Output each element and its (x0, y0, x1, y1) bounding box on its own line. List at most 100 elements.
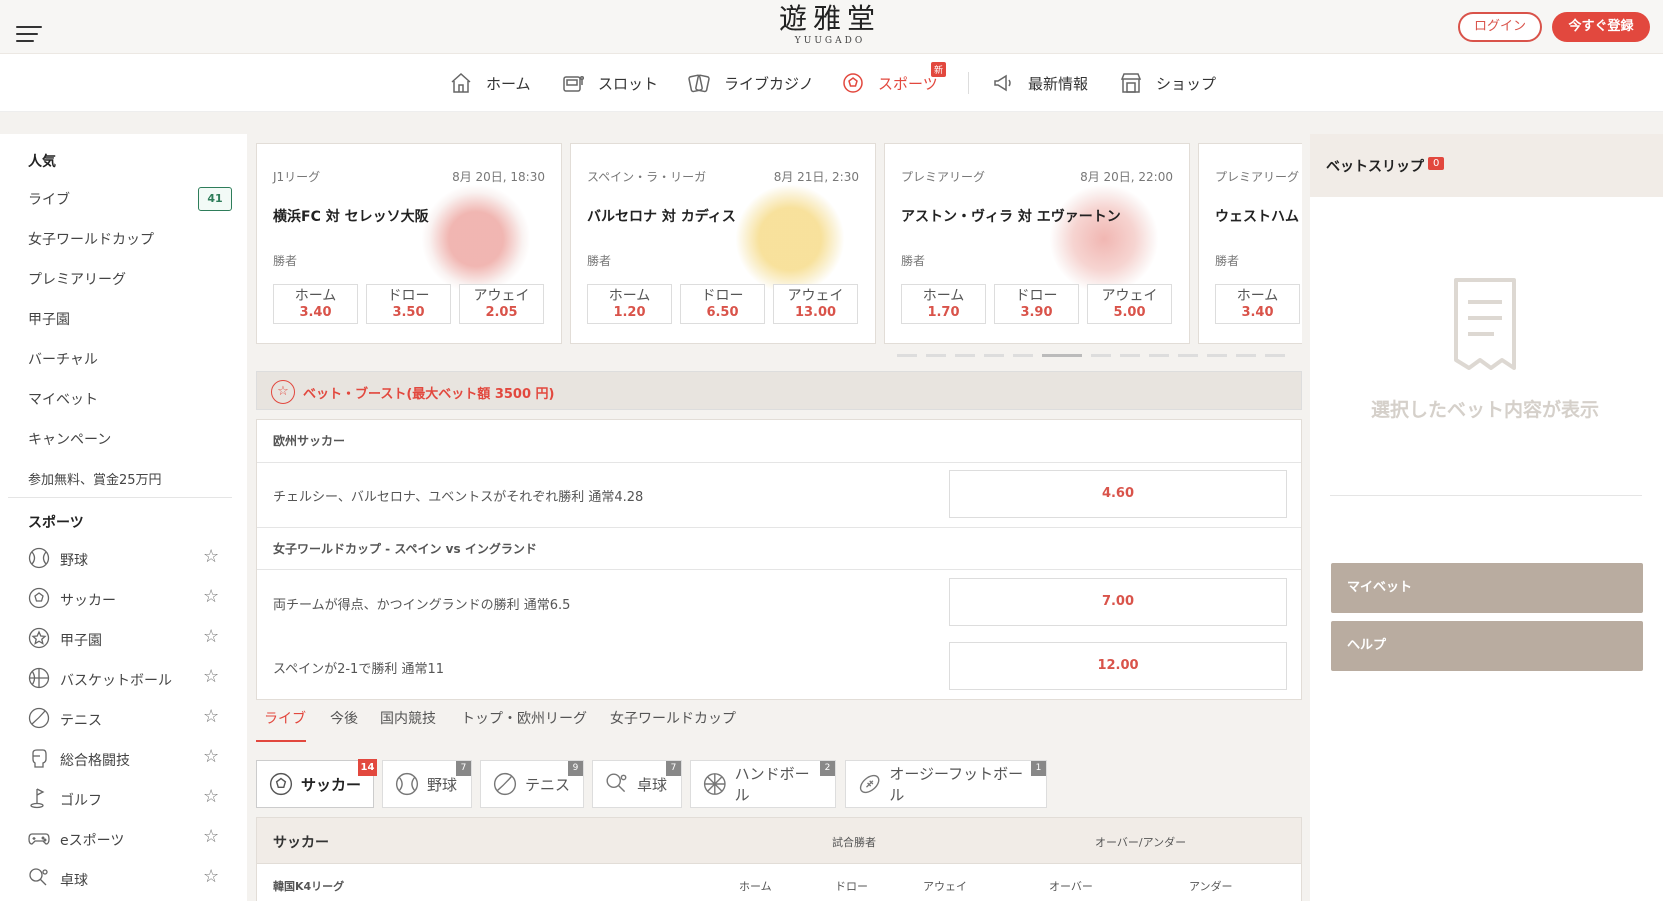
sidebar-sport-baseball[interactable]: 野球 (60, 550, 88, 570)
col-draw: ドロー (835, 880, 868, 893)
odds-button[interactable]: ホーム 1.20 (587, 284, 672, 324)
match-card[interactable]: プレミアリーグ ウェストハム 勝者 ホーム 3.40 (1198, 143, 1302, 344)
card-market-label: 勝者 (1215, 254, 1240, 268)
odds-value: 1.70 (927, 305, 960, 320)
sidebar-item-live[interactable]: ライブ (28, 189, 70, 209)
receipt-icon (1450, 276, 1520, 380)
odds-label: ドロー (701, 288, 744, 304)
sports-title: スポーツ (28, 515, 84, 531)
sport-chip-soccer[interactable]: サッカー 14 (256, 759, 377, 808)
odds-value: 5.00 (1113, 305, 1146, 320)
sidebar-item-premier-league[interactable]: プレミアリーグ (28, 269, 126, 289)
odds-button[interactable]: ドロー 3.50 (366, 284, 451, 324)
flag-ball-image (421, 184, 531, 294)
login-button[interactable]: ログイン (1458, 12, 1542, 42)
bet-boost-header: ☆ ベット・ブースト(最大ベット額 3500 円) (256, 371, 1302, 410)
mybet-button[interactable]: マイベット (1331, 563, 1643, 613)
favorite-star-icon[interactable]: ☆ (203, 828, 219, 846)
hamburger-menu-icon[interactable] (16, 26, 42, 44)
table-tennis-icon (606, 773, 627, 793)
sidebar-item-campaign[interactable]: キャンペーン (28, 429, 111, 449)
sidebar-sport-esports[interactable]: eスポーツ (60, 830, 124, 850)
odds-label: アウェイ (473, 288, 530, 304)
gamepad-icon (28, 827, 50, 849)
nav-slots[interactable]: スロット (560, 54, 658, 112)
nav-home[interactable]: ホーム (448, 54, 531, 112)
tab-domestic[interactable]: 国内競技 (380, 708, 436, 728)
boost-odds-button[interactable]: 12.00 (949, 642, 1287, 690)
col-away: アウェイ (923, 880, 967, 893)
match-card[interactable]: スペイン・ラ・リーガ 8月 21日, 2:30 バルセロナ 対 カディス 勝者 … (570, 143, 876, 344)
odds-button[interactable]: ホーム 1.70 (901, 284, 986, 324)
favorite-star-icon[interactable]: ☆ (203, 548, 219, 566)
odds-button[interactable]: ホーム 3.40 (1215, 284, 1300, 324)
sidebar-sport-koshien[interactable]: 甲子園 (60, 630, 102, 650)
carousel-pagination[interactable] (897, 354, 1285, 357)
tab-upcoming[interactable]: 今後 (330, 708, 358, 728)
card-match[interactable]: ウェストハム (1215, 206, 1299, 226)
match-card[interactable]: プレミアリーグ 8月 20日, 22:00 アストン・ヴィラ 対 エヴァートン … (884, 143, 1190, 344)
sidebar-sport-tennis[interactable]: テニス (60, 710, 102, 730)
card-date: 8月 20日, 18:30 (452, 170, 545, 184)
sidebar-item-mybet[interactable]: マイベット (28, 389, 98, 409)
sidebar-item-virtual[interactable]: バーチャル (28, 349, 98, 369)
register-button[interactable]: 今すぐ登録 (1552, 12, 1650, 42)
nav-sports[interactable]: スポーツ (840, 54, 938, 112)
favorite-star-icon[interactable]: ☆ (203, 788, 219, 806)
tab-top-europe[interactable]: トップ・欧州リーグ (461, 708, 587, 728)
sport-chip-handball[interactable]: ハンドボール 2 (690, 760, 836, 808)
odds-button[interactable]: アウェイ 5.00 (1087, 284, 1172, 324)
match-card[interactable]: J1リーグ 8月 20日, 18:30 横浜FC 対 セレッソ大阪 勝者 ホーム… (256, 143, 562, 344)
betslip-title: ベットスリップ (1326, 159, 1424, 175)
boost-group-header: 欧州サッカー (257, 420, 1301, 463)
league-name: 韓国K4リーグ (273, 880, 345, 893)
sidebar-sport-basketball[interactable]: バスケットボール (60, 670, 172, 690)
odds-label: ホーム (1236, 288, 1279, 304)
sidebar-item-womens-worldcup[interactable]: 女子ワールドカップ (28, 229, 154, 249)
sport-chip-aussie-rules[interactable]: オージーフットボール 1 (845, 760, 1047, 808)
sport-chip-tennis[interactable]: テニス 9 (480, 760, 584, 808)
favorite-star-icon[interactable]: ☆ (203, 588, 219, 606)
odds-button[interactable]: ホーム 3.40 (273, 284, 358, 324)
betslip-header[interactable]: ベットスリップ 0 (1310, 134, 1663, 197)
card-match[interactable]: 横浜FC 対 セレッソ大阪 (273, 206, 429, 226)
odds-button[interactable]: ドロー 3.90 (994, 284, 1079, 324)
boost-odds-button[interactable]: 4.60 (949, 470, 1287, 518)
tab-live[interactable]: ライブ (264, 708, 306, 728)
odds-button[interactable]: アウェイ 13.00 (773, 284, 858, 324)
favorite-star-icon[interactable]: ☆ (203, 748, 219, 766)
nav-live-casino[interactable]: ライブカジノ (686, 54, 814, 112)
favorite-star-icon[interactable]: ☆ (203, 628, 219, 646)
odds-button[interactable]: アウェイ 2.05 (459, 284, 544, 324)
sidebar-sport-golf[interactable]: ゴルフ (60, 790, 102, 810)
favorite-star-icon[interactable]: ☆ (203, 708, 219, 726)
boost-odds-button[interactable]: 7.00 (949, 578, 1287, 626)
favorite-star-icon[interactable]: ☆ (203, 868, 219, 886)
odds-button[interactable]: ドロー 6.50 (680, 284, 765, 324)
sidebar-sport-mma[interactable]: 総合格闘技 (60, 750, 130, 770)
help-button[interactable]: ヘルプ (1331, 621, 1643, 671)
card-match[interactable]: アストン・ヴィラ 対 エヴァートン (901, 206, 1121, 226)
sidebar-item-free-contest[interactable]: 参加無料、賞金25万円 (28, 469, 162, 488)
sport-chip-baseball[interactable]: 野球 7 (382, 760, 472, 808)
logo-roman: YUUGADO (794, 36, 866, 46)
sport-chip-table-tennis[interactable]: 卓球 7 (592, 760, 682, 808)
nav-news[interactable]: 最新情報 (990, 54, 1088, 112)
table-tennis-icon (28, 867, 50, 889)
odds-label: ホーム (608, 288, 651, 304)
favorite-star-icon[interactable]: ☆ (203, 668, 219, 686)
sidebar-divider (8, 497, 232, 498)
card-league: J1リーグ (273, 170, 321, 184)
sidebar-sport-soccer[interactable]: サッカー (60, 590, 116, 610)
boost-group-header: 女子ワールドカップ - スペイン vs イングランド (257, 527, 1301, 570)
site-logo[interactable]: 遊雅堂 YUUGADO (730, 4, 930, 47)
tab-womens-worldcup[interactable]: 女子ワールドカップ (610, 708, 736, 728)
basketball-icon (28, 667, 50, 689)
live-count-badge: 41 (198, 187, 232, 211)
chip-label: テニス (525, 775, 571, 794)
nav-shop[interactable]: ショップ (1118, 54, 1216, 112)
card-match[interactable]: バルセロナ 対 カディス (587, 206, 736, 226)
odds-label: ホーム (294, 288, 337, 304)
sidebar-item-koshien[interactable]: 甲子園 (28, 309, 70, 329)
sidebar-sport-table-tennis[interactable]: 卓球 (60, 870, 88, 890)
